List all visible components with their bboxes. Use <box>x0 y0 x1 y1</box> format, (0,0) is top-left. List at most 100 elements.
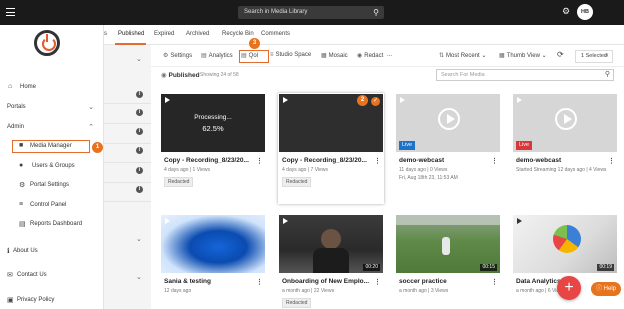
info-icon[interactable]: i <box>136 147 143 154</box>
sidebar-item-privacy-policy[interactable]: ▣ Privacy Policy <box>0 295 104 307</box>
redacted-tag: Redacted <box>164 177 194 187</box>
sidebar-item-reports-dashboard[interactable]: ▤ Reports Dashboard <box>0 219 104 231</box>
search-icon[interactable]: ⚲ <box>605 70 610 80</box>
selected-count[interactable]: 1 Selected ✕ <box>575 50 613 63</box>
search-icon[interactable]: ⚲ <box>373 6 379 19</box>
media-card[interactable]: Sania & testing 12 days ago ⋮ <box>161 215 265 294</box>
settings-gear-icon[interactable]: ⚙ <box>562 6 570 17</box>
kebab-menu-icon[interactable]: ⋮ <box>491 157 498 165</box>
play-icon[interactable] <box>555 108 577 130</box>
media-thumbnail[interactable]: 00:19 <box>513 215 617 273</box>
tab-recycle-bin[interactable]: Recycle Bin <box>222 31 254 37</box>
media-card-selected[interactable]: ✓ Copy - Recording_8/23/20... 4 days ago… <box>279 94 383 187</box>
video-icon <box>165 97 170 103</box>
kebab-menu-icon[interactable]: ⋮ <box>374 278 381 286</box>
add-media-button[interactable]: + <box>557 276 581 300</box>
sidebar-item-portals[interactable]: Portals ⌄ <box>0 102 104 114</box>
media-search-input[interactable]: Search For Media ⚲ <box>436 69 614 81</box>
sidebar-label-privacy-policy: Privacy Policy <box>17 297 55 303</box>
kebab-menu-icon[interactable]: ⋮ <box>491 278 498 286</box>
kebab-menu-icon[interactable]: ⋮ <box>374 157 381 165</box>
redact-icon: ◉ <box>357 53 363 59</box>
media-title[interactable]: Copy - Recording_8/23/20... <box>161 157 253 164</box>
home-icon: ⌂ <box>8 83 13 90</box>
help-button[interactable]: ⓘ Help <box>591 282 621 296</box>
tab-expired[interactable]: Expired <box>154 31 174 37</box>
media-title[interactable]: soccer practice <box>396 278 488 285</box>
media-title[interactable]: demo-webcast <box>396 157 488 164</box>
media-card[interactable]: Live demo-webcast Started Streaming 12 d… <box>513 94 617 173</box>
sidebar-item-portal-settings[interactable]: ⚙ Portal Settings <box>0 180 104 192</box>
selected-check-icon[interactable]: ✓ <box>371 97 380 106</box>
sidebar-item-users-groups[interactable]: ● Users & Groups <box>0 161 104 173</box>
view-label: Thumb View <box>506 53 540 59</box>
video-icon <box>165 218 170 224</box>
menu-icon[interactable] <box>6 8 15 16</box>
media-manager-highlight <box>12 140 90 153</box>
video-icon <box>517 97 522 103</box>
sidebar-item-contact-us[interactable]: ✉ Contact Us <box>0 270 104 282</box>
sidebar-item-home[interactable]: ⌂ Home <box>0 82 104 94</box>
kebab-menu-icon[interactable]: ⋮ <box>608 157 615 165</box>
media-meta: Started Streaming 12 days ago | 4 Views <box>516 167 607 173</box>
sort-dropdown[interactable]: ⇅ Most Recent ⌄ <box>439 52 486 59</box>
sidebar-item-control-panel[interactable]: ≡ Control Panel <box>0 200 104 212</box>
kebab-menu-icon[interactable]: ⋮ <box>256 157 263 165</box>
media-thumbnail[interactable]: Processing... 62.5% <box>161 94 265 152</box>
info-icon[interactable]: i <box>136 128 143 135</box>
sidebar-label-portal-settings: Portal Settings <box>30 182 70 188</box>
gear-icon: ⚙ <box>163 53 169 59</box>
media-search-placeholder: Search For Media <box>441 72 485 78</box>
refresh-icon[interactable]: ⟳ <box>557 50 564 59</box>
active-tab-indicator <box>115 43 146 45</box>
chevron-down-icon[interactable]: ⌄ <box>136 55 142 63</box>
studio-icon: ≡ <box>270 52 274 58</box>
sidebar-item-admin[interactable]: Admin ⌃ <box>0 122 104 134</box>
studio-space-button[interactable]: ≡ Studio Space <box>270 52 311 58</box>
media-card[interactable]: 00:20 Onboarding of New Emplo... a month… <box>279 215 383 308</box>
media-thumbnail[interactable]: 00:20 <box>279 215 383 273</box>
play-icon[interactable] <box>438 108 460 130</box>
media-schedule: Fri, Aug 18th 23, 11:53 AM <box>399 175 458 181</box>
sidebar-label-users-groups: Users & Groups <box>32 163 75 169</box>
clear-selection-icon[interactable]: ✕ <box>604 51 609 62</box>
info-icon[interactable]: i <box>136 186 143 193</box>
media-card[interactable]: Processing... 62.5% Copy - Recording_8/2… <box>161 94 265 187</box>
live-badge: Live <box>399 141 416 150</box>
media-card[interactable]: Live demo-webcast 11 days ago | 0 Views … <box>396 94 500 181</box>
avatar[interactable]: HB <box>577 4 593 20</box>
global-search-input[interactable]: Search in Media Library ⚲ <box>238 6 384 19</box>
chevron-down-icon[interactable]: ⌄ <box>136 235 142 243</box>
tab-archived[interactable]: Archived <box>186 31 209 37</box>
info-icon[interactable]: i <box>136 91 143 98</box>
media-thumbnail[interactable]: Live <box>396 94 500 152</box>
selected-label: 1 Selected <box>581 53 607 59</box>
help-label: Help <box>603 286 617 292</box>
media-title[interactable]: Onboarding of New Emplo... <box>279 278 371 285</box>
kebab-menu-icon[interactable]: ⋮ <box>256 278 263 286</box>
tab-published[interactable]: Published <box>118 31 144 37</box>
redact-button[interactable]: ◉ Redact <box>357 52 383 59</box>
media-card[interactable]: 00:15 soccer practice a month ago | 3 Vi… <box>396 215 500 294</box>
media-thumbnail[interactable] <box>161 215 265 273</box>
mosaic-button[interactable]: ▦ Mosaic <box>321 52 348 59</box>
analytics-button[interactable]: ▤ Analytics <box>201 52 233 59</box>
info-icon[interactable]: i <box>136 109 143 116</box>
settings-button[interactable]: ⚙ Settings <box>163 52 192 59</box>
chevron-down-icon[interactable]: ⌄ <box>136 273 142 281</box>
tab-comments[interactable]: Comments <box>261 31 290 37</box>
info-icon[interactable]: i <box>136 167 143 174</box>
folder-divider <box>104 201 151 202</box>
media-title[interactable]: demo-webcast <box>513 157 605 164</box>
media-title[interactable]: Sania & testing <box>161 278 253 285</box>
media-thumbnail[interactable]: Live <box>513 94 617 152</box>
media-thumbnail[interactable]: 00:15 <box>396 215 500 273</box>
more-button[interactable]: ... <box>387 52 392 58</box>
redacted-tag: Redacted <box>282 177 312 187</box>
media-title[interactable]: Copy - Recording_8/23/20... <box>279 157 371 164</box>
brand-logo[interactable] <box>34 30 60 56</box>
sidebar-item-about-us[interactable]: ℹ About Us <box>0 246 104 258</box>
view-dropdown[interactable]: ▦ Thumb View ⌄ <box>499 52 547 59</box>
tab-partial[interactable]: s <box>104 31 107 37</box>
qoi-highlight <box>239 50 269 63</box>
